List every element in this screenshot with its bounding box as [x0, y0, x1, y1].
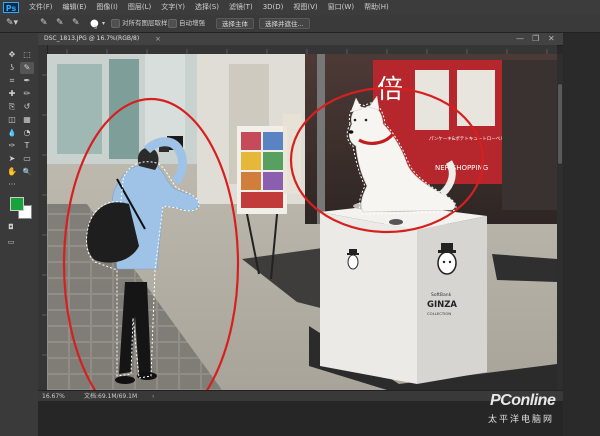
- restore-icon[interactable]: ❐: [532, 33, 539, 45]
- foreground-color-swatch[interactable]: [10, 197, 24, 211]
- store-sign-side: パンケーキ&ポテトキュートローベル: [429, 135, 505, 142]
- workspace-background: [38, 401, 563, 436]
- box-brand-line2: GINZA: [427, 300, 457, 310]
- minimize-icon[interactable]: —: [516, 33, 524, 45]
- menu-edit[interactable]: 编辑(E): [58, 0, 92, 15]
- box-brand-line3: COLLECTION: [427, 311, 451, 316]
- clone-stamp-tool-icon[interactable]: ⎘: [5, 101, 19, 113]
- menu-window[interactable]: 窗口(W): [323, 0, 359, 15]
- screen-mode-icon[interactable]: ▭: [4, 236, 18, 248]
- options-bar: ✎▾ ✎ ✎ ✎ ● 5 ▾ 对所有图层取样 自动增强 选择主体 选择并遮住..…: [0, 15, 600, 33]
- scrollbar-thumb[interactable]: [558, 84, 562, 164]
- menu-help[interactable]: 帮助(H): [359, 0, 394, 15]
- eyedropper-tool-icon[interactable]: ✒: [20, 75, 34, 87]
- close-icon[interactable]: ✕: [548, 33, 555, 45]
- type-tool-icon[interactable]: T: [20, 140, 34, 152]
- menu-view[interactable]: 视图(V): [288, 0, 322, 15]
- auto-enhance-label: 自动增强: [179, 19, 205, 27]
- menu-list: 文件(F) 编辑(E) 图像(I) 图层(L) 文字(Y) 选择(S) 滤镜(T…: [24, 0, 394, 15]
- lasso-tool-icon[interactable]: ʖ: [5, 62, 19, 74]
- tab-close-icon[interactable]: ×: [155, 33, 161, 45]
- document-tab[interactable]: DSC_1813.JPG @ 16.7%(RGB/8): [44, 33, 139, 45]
- path-select-tool-icon[interactable]: ➤: [5, 153, 19, 165]
- right-panel-area: [563, 33, 600, 436]
- blur-tool-icon[interactable]: 💧: [5, 127, 19, 139]
- select-subject-button[interactable]: 选择主体: [216, 18, 254, 29]
- quick-mask-icon[interactable]: ◘: [4, 221, 18, 233]
- spot-heal-tool-icon[interactable]: ✚: [5, 88, 19, 100]
- quick-select-tool-icon[interactable]: ✎▾: [6, 18, 18, 29]
- pen-tool-icon[interactable]: ✑: [5, 140, 19, 152]
- history-brush-tool-icon[interactable]: ↺: [20, 101, 34, 113]
- menu-bar: Ps 文件(F) 编辑(E) 图像(I) 图层(L) 文字(Y) 选择(S) 滤…: [0, 0, 600, 16]
- add-selection-icon[interactable]: ✎: [56, 18, 64, 29]
- document-canvas[interactable]: 倍 パンケーキ&ポテトキュートローベル NER SHOPPING SoftBan…: [47, 54, 557, 390]
- watermark-subtitle: 太平洋电脑网: [488, 415, 555, 425]
- move-tool-icon[interactable]: ✥: [5, 49, 19, 61]
- menu-layer[interactable]: 图层(L): [123, 0, 156, 15]
- watermark-brand: PConline: [490, 392, 556, 409]
- menu-filter[interactable]: 滤镜(T): [224, 0, 258, 15]
- new-selection-icon[interactable]: ✎: [40, 18, 48, 29]
- sample-all-layers-label: 对所有图层取样: [122, 19, 168, 27]
- more-tools-icon[interactable]: ···: [5, 179, 19, 191]
- store-sign-big: 倍: [377, 75, 403, 105]
- sample-all-layers-checkbox[interactable]: [111, 19, 120, 28]
- box-brand-line1: SoftBank: [431, 292, 452, 298]
- menu-image[interactable]: 图像(I): [91, 0, 123, 15]
- menu-3d[interactable]: 3D(D): [258, 0, 289, 15]
- dodge-tool-icon[interactable]: ◔: [20, 127, 34, 139]
- photoshop-logo-icon: Ps: [3, 2, 19, 13]
- store-sign-english: NER SHOPPING: [435, 164, 488, 172]
- zoom-tool-icon[interactable]: 🔍: [20, 166, 34, 178]
- select-and-mask-button[interactable]: 选择并遮住...: [259, 18, 310, 29]
- auto-enhance-checkbox[interactable]: [168, 19, 177, 28]
- photo-image: 倍 パンケーキ&ポテトキュートローベル NER SHOPPING SoftBan…: [47, 54, 557, 390]
- gradient-tool-icon[interactable]: ▦: [20, 114, 34, 126]
- brush-dropdown-icon[interactable]: ▾: [102, 18, 105, 29]
- marquee-tool-icon[interactable]: ⬚: [20, 49, 34, 61]
- brush-tool-icon[interactable]: ✏: [20, 88, 34, 100]
- crop-tool-icon[interactable]: ⌗: [5, 75, 19, 87]
- quick-select-tool-icon[interactable]: ✎: [20, 62, 34, 74]
- eraser-tool-icon[interactable]: ◫: [5, 114, 19, 126]
- subtract-selection-icon[interactable]: ✎: [72, 18, 80, 29]
- menu-file[interactable]: 文件(F): [24, 0, 58, 15]
- menu-type[interactable]: 文字(Y): [156, 0, 190, 15]
- toolbox: ✥ ⬚ ʖ ✎ ⌗ ✒ ✚ ✏ ⎘ ↺ ◫ ▦ 💧 ◔ ✑ T ➤ ▭ ✋ 🔍 …: [0, 33, 39, 436]
- menu-select[interactable]: 选择(S): [190, 0, 224, 15]
- hand-tool-icon[interactable]: ✋: [5, 166, 19, 178]
- rectangle-tool-icon[interactable]: ▭: [20, 153, 34, 165]
